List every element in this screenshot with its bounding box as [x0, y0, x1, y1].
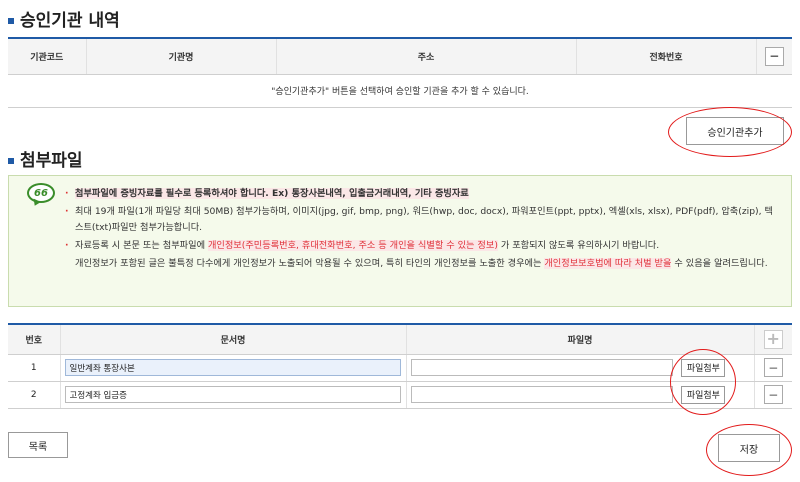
minus-icon: −	[769, 49, 780, 64]
plus-icon: +	[766, 329, 780, 349]
doc-name-input[interactable]	[64, 386, 401, 403]
col-agency-name: 기관명	[86, 38, 277, 75]
approval-section-title: 승인기관 내역	[8, 6, 120, 31]
section-bullet-icon	[8, 17, 14, 24]
file-name-field[interactable]	[410, 359, 673, 376]
file-row: 2 파일첨부 −	[8, 381, 792, 409]
minus-icon: −	[768, 387, 779, 402]
notice-line-4: 개인정보가 포함된 글은 불특정 다수에게 개인정보가 노출되어 악용될 수 있…	[75, 258, 768, 269]
remove-all-button[interactable]: −	[764, 46, 784, 66]
col-address: 주소	[276, 38, 577, 75]
col-number: 번호	[8, 324, 61, 355]
list-button[interactable]: 목록	[8, 432, 68, 458]
add-agency-button[interactable]: 승인기관추가	[686, 117, 784, 145]
file-row: 1 파일첨부 −	[8, 354, 792, 382]
save-button[interactable]: 저장	[718, 434, 780, 462]
minus-icon: −	[768, 360, 779, 375]
notice-line-1: 첨부파일에 증빙자료를 필수로 등록하셔야 합니다. Ex) 통장사본내역, 입…	[65, 186, 780, 202]
col-doc-name: 문서명	[60, 324, 407, 355]
doc-name-input[interactable]	[64, 359, 401, 376]
section-bullet-icon	[8, 157, 14, 164]
attachments-section-title: 첨부파일	[8, 146, 83, 171]
files-table: 번호 문서명 파일명 + 1 파일첨부 − 2	[8, 323, 792, 409]
row-number: 1	[8, 354, 61, 382]
empty-message: "승인기관추가" 버튼을 선택하여 승인할 기관을 추가 할 수 있습니다.	[8, 74, 792, 108]
remove-row-button[interactable]: −	[763, 358, 783, 377]
file-name-field[interactable]	[410, 386, 673, 403]
notice-line-2: 최대 19개 파일(1개 파일당 최대 50MB) 첨부가능하며, 이미지(jp…	[65, 204, 780, 236]
notice-line-3: 자료등록 시 본문 또는 첨부파일에 개인정보(주민등록번호, 휴대전화번호, …	[65, 238, 780, 254]
approval-table: 기관코드 기관명 주소 전화번호 − "승인기관추가" 버튼을 선택하여 승인할…	[8, 37, 792, 108]
add-row-button[interactable]: +	[763, 329, 783, 349]
notice-box: 66 첨부파일에 증빙자료를 필수로 등록하셔야 합니다. Ex) 통장사본내역…	[8, 175, 792, 307]
col-phone: 전화번호	[576, 38, 757, 75]
row-number: 2	[8, 381, 61, 409]
attach-file-button[interactable]: 파일첨부	[681, 385, 726, 404]
remove-row-button[interactable]: −	[763, 385, 783, 404]
attach-file-button[interactable]: 파일첨부	[681, 358, 726, 377]
col-file-name: 파일명	[406, 324, 755, 355]
col-agency-code: 기관코드	[8, 38, 87, 75]
quote-icon: 66	[27, 183, 55, 203]
